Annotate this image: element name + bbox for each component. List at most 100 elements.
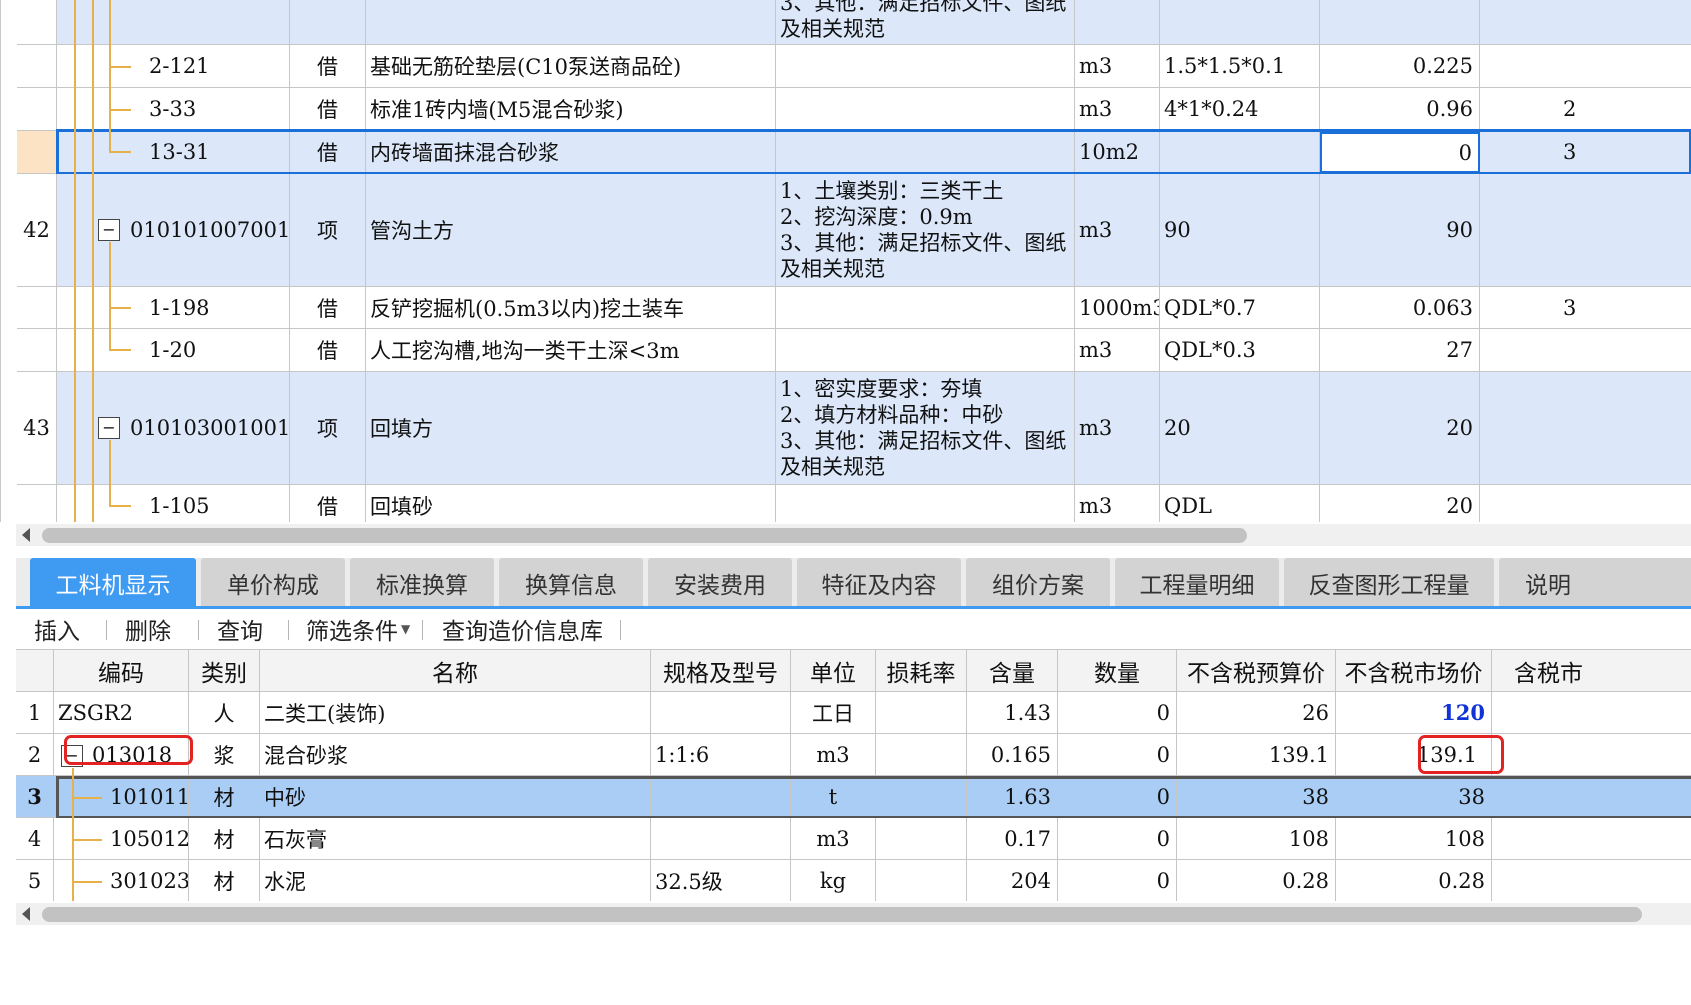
qty-cell[interactable]: 27 xyxy=(1320,329,1480,371)
market-price-cell[interactable]: 108 xyxy=(1336,818,1492,859)
expr-cell[interactable]: QDL*0.3 xyxy=(1160,329,1320,371)
spec-cell[interactable] xyxy=(651,776,791,817)
insert-button[interactable]: 插入 xyxy=(34,609,80,649)
column-header-code[interactable]: 编码 xyxy=(54,650,189,691)
loss-rate-cell[interactable] xyxy=(876,860,967,901)
name-cell[interactable]: 人工挖沟槽,地沟一类干土深<3m xyxy=(366,329,776,371)
qty-cell[interactable]: 0.063 xyxy=(1320,287,1480,328)
spec-cell[interactable] xyxy=(651,692,791,733)
name-cell[interactable]: 管沟土方 xyxy=(366,174,776,286)
tab-reverse-graphic-quantity[interactable]: 反查图形工程量 xyxy=(1284,558,1494,607)
query-button[interactable]: 查询 xyxy=(217,609,263,649)
market-price-cell[interactable]: 0.28 xyxy=(1336,860,1492,901)
table-row[interactable]: 1 ZSGR2 人 二类工(装饰) 工日 1.43 0 26 120 xyxy=(16,692,1691,734)
loss-rate-cell[interactable] xyxy=(876,776,967,817)
delete-button[interactable]: 删除 xyxy=(125,609,171,649)
expr-cell[interactable]: QDL*0.7 xyxy=(1160,287,1320,328)
column-header-budget-price[interactable]: 不含税预算价 xyxy=(1177,650,1336,691)
expr-cell[interactable]: QDL xyxy=(1160,485,1320,522)
budget-price-cell[interactable]: 38 xyxy=(1177,776,1336,817)
expr-cell[interactable] xyxy=(1160,131,1320,173)
budget-price-cell[interactable]: 26 xyxy=(1177,692,1336,733)
expr-cell[interactable]: 20 xyxy=(1160,372,1320,484)
table-row[interactable]: 4 105012 材 石灰膏 m3 0.17 0 108 108 xyxy=(16,818,1691,860)
feature-cell[interactable] xyxy=(776,88,1075,130)
scrollbar-thumb[interactable] xyxy=(42,528,1247,543)
qty-cell[interactable]: 0.96 xyxy=(1320,88,1480,130)
column-header-market-price[interactable]: 不含税市场价 xyxy=(1336,650,1492,691)
loss-rate-cell[interactable] xyxy=(876,692,967,733)
tab-unit-price-composition[interactable]: 单价构成 xyxy=(201,558,345,607)
spec-cell[interactable]: 1:1:6 xyxy=(651,734,791,775)
table-row[interactable]: 1-198 借 反铲挖掘机(0.5m3以内)挖土装车 1000m3 QDL*0.… xyxy=(17,287,1691,329)
table-row-selected[interactable]: 3 101011 材 中砂 t 1.63 0 38 38 xyxy=(16,776,1691,818)
feature-cell[interactable]: 3、其他：满足招标文件、图纸 及相关规范 xyxy=(776,0,1075,44)
qty-cell[interactable]: 0.225 xyxy=(1320,45,1480,87)
spec-cell[interactable] xyxy=(651,818,791,859)
feature-cell[interactable]: 1、密实度要求：夯填 2、填方材料品种：中砂 3、其他：满足招标文件、图纸 及相… xyxy=(776,372,1075,484)
expr-cell[interactable]: 90 xyxy=(1160,174,1320,286)
quantity-cell[interactable]: 0 xyxy=(1058,818,1177,859)
column-header-name[interactable]: 名称 xyxy=(260,650,651,691)
query-price-database-button[interactable]: 查询造价信息库 xyxy=(442,609,603,649)
table-row[interactable]: 2-121 借 基础无筋砼垫层(C10泵送商品砼) m3 1.5*1.5*0.1… xyxy=(17,45,1691,88)
content-cell[interactable]: 0.17 xyxy=(967,818,1058,859)
name-cell[interactable]: 基础无筋砼垫层(C10泵送商品砼) xyxy=(366,45,776,87)
name-cell[interactable]: 标准1砖内墙(M5混合砂浆) xyxy=(366,88,776,130)
name-cell[interactable]: 水泥 xyxy=(260,860,651,901)
market-price-cell[interactable]: 139.1 xyxy=(1336,734,1492,775)
tab-description[interactable]: 说明 xyxy=(1499,558,1691,607)
table-row[interactable]: 2 013018 浆 混合砂浆 1:1:6 m3 0.165 0 139.1 1… xyxy=(16,734,1691,776)
code-cell[interactable]: ZSGR2 xyxy=(54,692,189,733)
feature-cell[interactable]: 1、土壤类别：三类干土 2、挖沟深度：0.9m 3、其他：满足招标文件、图纸 及… xyxy=(776,174,1075,286)
tab-features-content[interactable]: 特征及内容 xyxy=(797,558,961,607)
scroll-left-arrow-icon[interactable] xyxy=(22,528,30,542)
market-price-cell[interactable]: 38 xyxy=(1336,776,1492,817)
quantity-cell[interactable]: 0 xyxy=(1058,692,1177,733)
feature-cell[interactable] xyxy=(776,45,1075,87)
tab-pricing-scheme[interactable]: 组价方案 xyxy=(966,558,1110,607)
content-cell[interactable]: 1.43 xyxy=(967,692,1058,733)
qty-cell[interactable]: 20 xyxy=(1320,372,1480,484)
table-row[interactable]: 3-33 借 标准1砖内墙(M5混合砂浆) m3 4*1*0.24 0.96 2 xyxy=(17,88,1691,131)
content-cell[interactable]: 1.63 xyxy=(967,776,1058,817)
name-cell[interactable]: 二类工(装饰) xyxy=(260,692,651,733)
collapse-icon[interactable]: − xyxy=(61,745,83,767)
column-header-spec[interactable]: 规格及型号 xyxy=(651,650,791,691)
column-header-quantity[interactable]: 数量 xyxy=(1058,650,1177,691)
content-cell[interactable]: 204 xyxy=(967,860,1058,901)
column-header-content[interactable]: 含量 xyxy=(967,650,1058,691)
expr-cell[interactable]: 4*1*0.24 xyxy=(1160,88,1320,130)
table-row-selected[interactable]: 13-31 借 内砖墙面抹混合砂浆 10m2 3 0 xyxy=(17,131,1691,174)
column-header-loss-rate[interactable]: 损耗率 xyxy=(876,650,967,691)
table-row[interactable]: 1-20 借 人工挖沟槽,地沟一类干土深<3m m3 QDL*0.3 27 xyxy=(17,329,1691,372)
budget-price-cell[interactable]: 108 xyxy=(1177,818,1336,859)
feature-cell[interactable] xyxy=(776,485,1075,522)
tab-conversion-info[interactable]: 换算信息 xyxy=(499,558,643,607)
filter-conditions-dropdown[interactable]: 筛选条件 ▼ xyxy=(306,609,410,649)
expr-cell[interactable]: 1.5*1.5*0.1 xyxy=(1160,45,1320,87)
spec-cell[interactable]: 32.5级 xyxy=(651,860,791,901)
tab-standard-conversion[interactable]: 标准换算 xyxy=(350,558,494,607)
scroll-left-arrow-icon[interactable] xyxy=(22,907,30,921)
table-row[interactable]: 1-105 借 回填砂 m3 QDL 20 xyxy=(17,485,1691,522)
qty-cell[interactable]: 20 xyxy=(1320,485,1480,522)
name-cell[interactable]: 回填方 xyxy=(366,372,776,484)
content-cell[interactable]: 0.165 xyxy=(967,734,1058,775)
loss-rate-cell[interactable] xyxy=(876,734,967,775)
quantity-cell[interactable]: 0 xyxy=(1058,860,1177,901)
table-row[interactable]: 43 010103001001 项 回填方 1、密实度要求：夯填 2、填方材料品… xyxy=(17,372,1691,485)
scrollbar-thumb[interactable] xyxy=(42,907,1642,922)
tab-labor-material-machine[interactable]: 工料机显示 xyxy=(30,558,196,607)
table-row[interactable]: 3、其他：满足招标文件、图纸 及相关规范 xyxy=(17,0,1691,45)
horizontal-scrollbar[interactable] xyxy=(16,524,1691,546)
name-cell[interactable]: 石灰膏 xyxy=(260,818,651,859)
name-cell[interactable]: 反铲挖掘机(0.5m3以内)挖土装车 xyxy=(366,287,776,328)
name-cell[interactable]: 内砖墙面抹混合砂浆 xyxy=(366,131,776,173)
quantity-cell[interactable]: 0 xyxy=(1058,776,1177,817)
name-cell[interactable]: 中砂 xyxy=(260,776,651,817)
collapse-icon[interactable]: − xyxy=(98,219,120,241)
column-header-category[interactable]: 类别 xyxy=(189,650,260,691)
budget-price-cell[interactable]: 139.1 xyxy=(1177,734,1336,775)
qty-edit-input[interactable]: 0 xyxy=(1320,132,1480,173)
